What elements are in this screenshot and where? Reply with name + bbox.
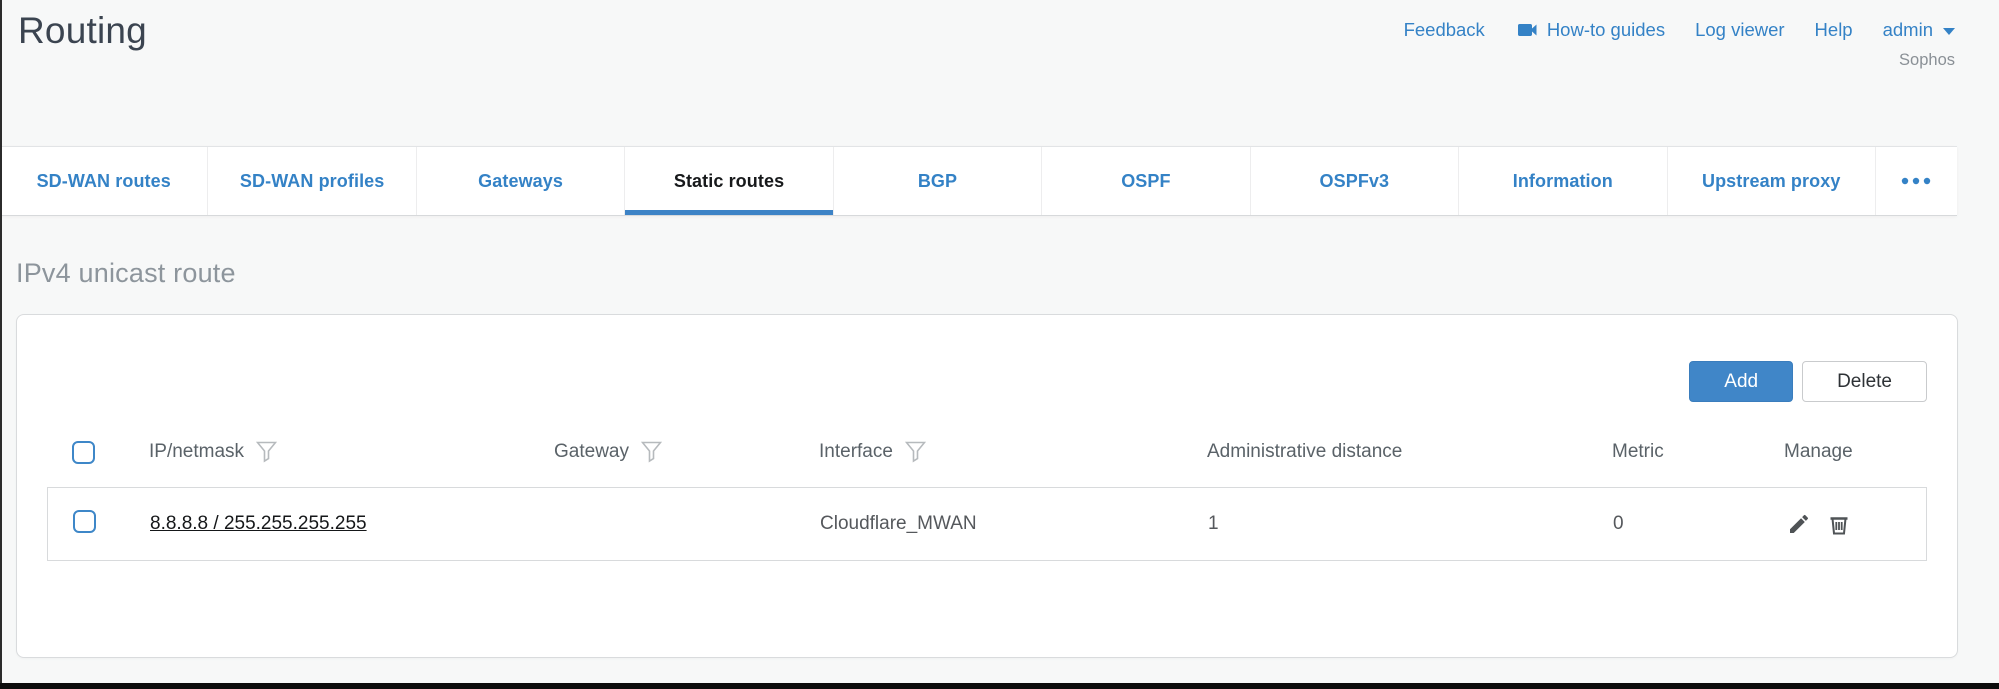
tab-ospfv3[interactable]: OSPFv3 <box>1250 147 1458 215</box>
route-ip-cell: 8.8.8.8 / 255.255.255.255 <box>150 513 555 535</box>
tab-bar: SD-WAN routes SD-WAN profiles Gateways S… <box>0 146 1957 216</box>
filter-icon[interactable] <box>256 441 277 463</box>
window-bottom-edge <box>0 683 1999 689</box>
tab-sdwan-profiles[interactable]: SD-WAN profiles <box>207 147 415 215</box>
brand-label: Sophos <box>1899 51 1955 70</box>
delete-row-button[interactable] <box>1825 510 1853 539</box>
select-all-checkbox[interactable] <box>72 441 95 464</box>
filter-icon[interactable] <box>905 441 926 463</box>
edit-button[interactable] <box>1785 510 1813 538</box>
table-header-row: IP/netmask Gateway Interface Administrat… <box>47 436 1927 468</box>
column-header-manage: Manage <box>1784 441 1927 463</box>
trash-icon <box>1827 525 1851 540</box>
column-header-gateway: Gateway <box>554 441 819 463</box>
column-header-admin-distance: Administrative distance <box>1207 441 1612 463</box>
column-header-metric: Metric <box>1612 441 1784 463</box>
route-admin-distance-cell: 1 <box>1208 513 1613 535</box>
feedback-link[interactable]: Feedback <box>1404 19 1485 41</box>
add-button[interactable]: Add <box>1689 361 1793 402</box>
route-ip-link[interactable]: 8.8.8.8 / 255.255.255.255 <box>150 513 367 534</box>
top-nav: Feedback How-to guides Log viewer Help a… <box>1404 18 1955 42</box>
tab-information[interactable]: Information <box>1458 147 1666 215</box>
log-viewer-link[interactable]: Log viewer <box>1695 19 1784 41</box>
table-actions: Add Delete <box>47 361 1927 402</box>
route-metric-cell: 0 <box>1613 513 1785 535</box>
howto-guides-link[interactable]: How-to guides <box>1515 18 1665 42</box>
page-header: Routing Feedback How-to guides Log viewe… <box>0 0 1999 146</box>
static-routes-panel: Add Delete IP/netmask Gateway Interface <box>16 314 1958 658</box>
filter-icon[interactable] <box>641 441 662 463</box>
column-header-interface: Interface <box>819 441 1207 463</box>
route-manage-cell <box>1785 510 1926 539</box>
tab-ospf[interactable]: OSPF <box>1041 147 1249 215</box>
delete-button[interactable]: Delete <box>1802 361 1927 402</box>
page-title: Routing <box>18 10 147 52</box>
section-title: IPv4 unicast route <box>16 258 1983 289</box>
tab-overflow-button[interactable] <box>1875 147 1957 215</box>
help-link[interactable]: Help <box>1815 19 1853 41</box>
caret-down-icon <box>1943 28 1955 35</box>
main-content: IPv4 unicast route Add Delete IP/netmask… <box>0 258 1999 658</box>
column-header-ip-netmask: IP/netmask <box>149 441 554 463</box>
route-interface-cell: Cloudflare_MWAN <box>820 513 1208 535</box>
tab-upstream-proxy[interactable]: Upstream proxy <box>1667 147 1875 215</box>
window-left-edge <box>0 0 2 689</box>
video-camera-icon <box>1515 18 1539 42</box>
admin-menu-button[interactable]: admin <box>1883 19 1955 41</box>
ellipsis-icon <box>1901 177 1931 185</box>
tab-sdwan-routes[interactable]: SD-WAN routes <box>0 147 207 215</box>
row-checkbox[interactable] <box>73 510 96 533</box>
tab-bgp[interactable]: BGP <box>833 147 1041 215</box>
tab-static-routes[interactable]: Static routes <box>624 147 832 215</box>
pencil-icon <box>1787 524 1811 539</box>
tab-gateways[interactable]: Gateways <box>416 147 624 215</box>
table-row: 8.8.8.8 / 255.255.255.255 Cloudflare_MWA… <box>47 487 1927 561</box>
